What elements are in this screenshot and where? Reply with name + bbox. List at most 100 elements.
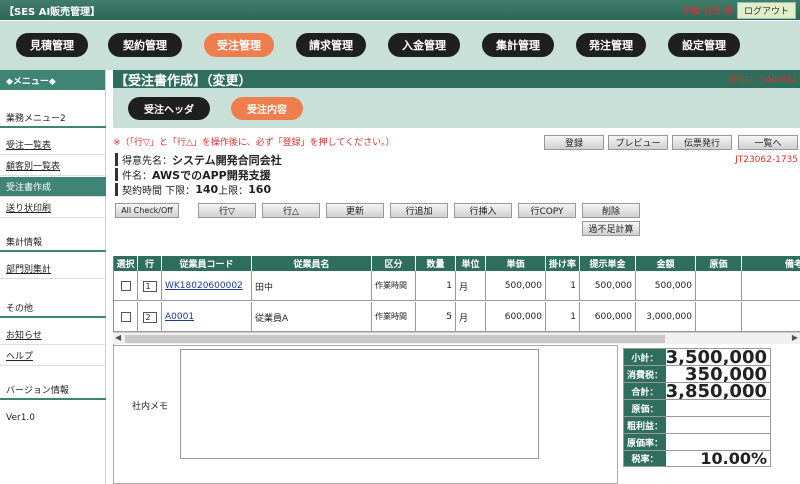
summary-value: 10.00% [700, 449, 767, 468]
sidebar-section-stats: 集計情報 [0, 236, 106, 252]
col-select: 選択 [114, 256, 138, 271]
price-cell: 600,000 [486, 302, 546, 332]
sidebar-item-news[interactable]: お知らせ [0, 325, 106, 345]
col-cost: 原価 [696, 256, 742, 271]
nav-estimate[interactable]: 見積管理 [16, 33, 88, 57]
sidebar-item-order-create[interactable]: 受注書作成 [0, 177, 106, 197]
qty-cell: 5 [416, 302, 456, 332]
summary-total: 合計： 3,850,000 [623, 381, 771, 402]
copy-row-button[interactable]: 行COPY [518, 203, 576, 218]
sidebar-section-version: バージョン情報 [0, 384, 106, 400]
summary-gross-profit: 粗利益： [623, 416, 771, 433]
table-row: 1 WK18020600002 田中 作業時間 1 月 500,000 1 50… [114, 271, 800, 301]
customer-label: 得意先名： [122, 156, 172, 167]
row-number-input[interactable]: 1 [142, 280, 157, 292]
summary-cost: 原価： [623, 399, 771, 416]
summary-value [666, 400, 770, 416]
update-button[interactable]: 更新 [326, 203, 384, 218]
sidebar-item-invoice-print[interactable]: 送り状印刷 [0, 198, 106, 218]
col-emp-code: 従業員コード [162, 256, 252, 271]
memo-textarea[interactable] [180, 349, 539, 459]
add-row-button[interactable]: 行追加 [390, 203, 448, 218]
cost-cell [696, 302, 742, 332]
table-row: 2 A0001 従業員A 作業時間 5 月 600,000 1 600,000 … [114, 302, 800, 332]
col-qty: 数量 [416, 256, 456, 271]
row-checkbox[interactable] [120, 281, 131, 291]
kubun-cell: 作業時間 [372, 302, 416, 332]
offer-cell: 500,000 [580, 271, 636, 301]
qty-cell: 1 [416, 271, 456, 301]
main-nav: 見積管理 契約管理 受注管理 請求管理 入金管理 集計管理 発注管理 設定管理 [0, 20, 800, 70]
summary-tax: 消費税： 350,000 [623, 364, 771, 385]
col-amount: 金額 [636, 256, 696, 271]
project-name: AWSでのAPP開発支援 [152, 168, 271, 182]
row-number-input[interactable]: 2 [142, 311, 157, 323]
nav-order[interactable]: 受注管理 [204, 33, 274, 57]
issue-slip-button[interactable]: 伝票発行 [672, 135, 732, 150]
nav-contract[interactable]: 契約管理 [108, 33, 182, 57]
tab-order-header[interactable]: 受注ヘッダ [128, 97, 210, 120]
all-check-button[interactable]: All Check/Off [115, 203, 179, 218]
memo-section: 社内メモ [113, 345, 618, 484]
sidebar-item-customer-list[interactable]: 顧客別一覧表 [0, 156, 106, 176]
shortage-calc-button[interactable]: 過不足計算 [582, 221, 640, 236]
contract-lower-label: 契約時間 下限： [122, 186, 196, 197]
scroll-left-icon[interactable]: ◀ [115, 333, 121, 342]
col-rate: 掛け率 [546, 256, 580, 271]
col-price: 単価 [486, 256, 546, 271]
sidebar-section-other: その他 [0, 302, 106, 318]
row-number-cell: 1 [138, 271, 162, 301]
cost-cell [696, 271, 742, 301]
row-number-cell: 2 [138, 302, 162, 332]
sidebar-item-dept-stats[interactable]: 部門別集計 [0, 259, 106, 279]
to-list-button[interactable]: 一覧へ [738, 135, 798, 150]
nav-settings[interactable]: 設定管理 [668, 33, 740, 57]
scroll-right-icon[interactable]: ▶ [792, 333, 798, 342]
sidebar-item-order-list[interactable]: 受注一覧表 [0, 135, 106, 155]
sidebar-header: ◆メニュー◆ [0, 70, 105, 90]
note-cell [742, 271, 800, 301]
note-cell [742, 302, 800, 332]
tab-order-content[interactable]: 受注内容 [231, 97, 303, 120]
emp-code-link[interactable]: A0001 [165, 312, 194, 322]
emp-code-link[interactable]: WK18020600002 [165, 281, 243, 291]
contract-lower-value: 140 [195, 183, 219, 196]
amount-cell: 500,000 [636, 271, 696, 301]
emp-code-cell: WK18020600002 [162, 271, 252, 301]
page-title: 【受注書作成】（変更） [115, 73, 252, 89]
sidebar-item-help[interactable]: ヘルプ [0, 346, 106, 366]
summary-label: 税率： [624, 451, 666, 466]
preview-button[interactable]: プレビュー [608, 135, 668, 150]
delete-row-button[interactable]: 削除 [582, 203, 640, 218]
user-area: 伊藤 日出 様 ログアウト [682, 1, 796, 19]
summary-subtotal: 小計： 3,500,000 [623, 347, 771, 368]
scrollbar-thumb[interactable] [125, 335, 665, 343]
memo-label: 社内メモ [132, 402, 169, 412]
summary-label: 粗利益： [624, 417, 666, 433]
version-text: Ver1.0 [6, 413, 36, 423]
col-offer: 提示単金 [580, 256, 636, 271]
nav-payment[interactable]: 入金管理 [388, 33, 460, 57]
logout-button[interactable]: ログアウト [736, 1, 796, 19]
nav-purchase[interactable]: 発注管理 [576, 33, 646, 57]
row-down-button[interactable]: 行▽ [198, 203, 256, 218]
nav-aggregate[interactable]: 集計管理 [482, 33, 554, 57]
row-select-cell [114, 271, 138, 301]
insert-row-button[interactable]: 行挿入 [454, 203, 512, 218]
subtab-bar: 受注ヘッダ 受注内容 [113, 88, 800, 128]
emp-code-cell: A0001 [162, 302, 252, 332]
row-checkbox[interactable] [120, 312, 131, 322]
col-unit: 単位 [456, 256, 486, 271]
summary-label: 原価率： [624, 434, 666, 450]
table-horizontal-scrollbar[interactable]: ◀ ▶ [113, 332, 800, 344]
row-up-button[interactable]: 行△ [262, 203, 320, 218]
emp-name-cell: 従業員A [252, 302, 372, 332]
row-select-cell [114, 302, 138, 332]
screen-id: 画面ID：SA00102 [728, 75, 797, 84]
customer-name: システム開発合同会社 [172, 153, 282, 167]
project-label: 件名： [122, 171, 152, 182]
summary-label: 原価： [624, 400, 666, 416]
register-button[interactable]: 登録 [544, 135, 604, 150]
summary-label: 合計： [624, 383, 666, 399]
nav-billing[interactable]: 請求管理 [296, 33, 366, 57]
